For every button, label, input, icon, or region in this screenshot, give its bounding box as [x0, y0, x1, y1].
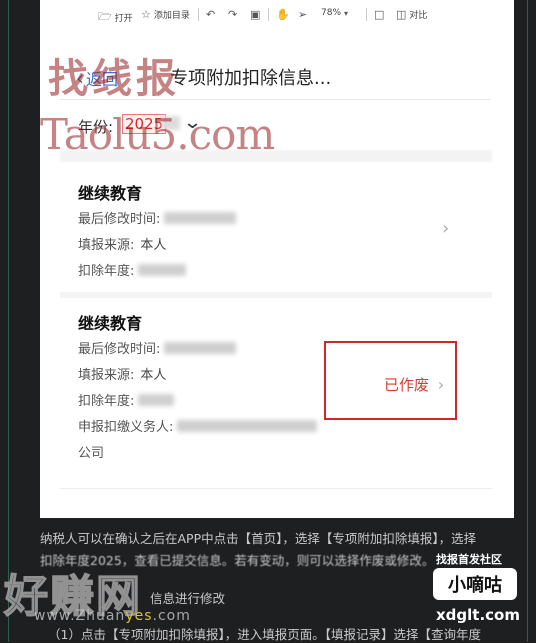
left-guide-line — [8, 0, 9, 642]
brand-logo: 小嘀咕 — [433, 568, 517, 600]
blurred-text — [164, 341, 237, 354]
chevron-right-icon[interactable]: › — [442, 218, 449, 239]
void-status[interactable]: 已作废 › — [384, 374, 444, 395]
document-canvas: 🗁 打开 ☆ 添加目录 ↶ ↷ ▣ ✋ ➢ 78% ▾ □ ◫ 对比 ‹ 返回 … — [40, 0, 514, 518]
card-2-title: 继续教育 — [78, 314, 143, 333]
card-2-source: 填报来源: 本人 — [78, 368, 167, 383]
article-heading: 信息进行修改 — [150, 591, 226, 606]
open-button[interactable]: 🗁 打开 — [98, 8, 133, 27]
toolbar-divider — [268, 8, 269, 21]
card-separator — [60, 292, 492, 298]
bookmark-add-icon: ☆ — [141, 8, 151, 21]
select-tool-button[interactable]: ➢ — [298, 8, 307, 21]
toolbar-divider — [366, 8, 367, 21]
brand-subtitle: 找报首发社区 — [436, 553, 502, 566]
compare-icon: ◫ — [396, 8, 407, 21]
card-2-agent-tail: 公司 — [78, 446, 105, 461]
add-bookmark-button[interactable]: ☆ 添加目录 — [141, 8, 190, 21]
card-1-source: 填报来源: 本人 — [78, 238, 167, 253]
list-end-divider — [60, 488, 492, 489]
caret-down-icon: ▾ — [344, 8, 349, 18]
image-icon: ▣ — [250, 8, 261, 21]
hand-icon: ✋ — [276, 8, 290, 21]
right-guide-line — [527, 0, 528, 642]
zoom-select[interactable]: 78% ▾ — [321, 8, 348, 18]
redo-icon: ↷ — [228, 8, 238, 21]
watermark-text: 找线报 — [48, 55, 180, 102]
cursor-icon: ➢ — [298, 8, 308, 21]
folder-icon: 🗁 — [98, 10, 112, 23]
page-button[interactable]: □ — [374, 8, 384, 21]
chevron-right-icon: › — [437, 375, 445, 394]
card-2-year: 扣除年度: — [78, 390, 175, 409]
card-1-title: 继续教育 — [78, 184, 143, 203]
card-1-modified: 最后修改时间: — [78, 208, 237, 227]
watermark-url: Taolu5.com — [40, 110, 275, 159]
image-button[interactable]: ▣ — [250, 8, 260, 21]
article-step: （1）点击【专项附加扣除填报】，进入填报页面。【填报记录】选择【查询年度 — [48, 627, 481, 642]
blurred-text — [177, 419, 318, 432]
redo-button[interactable]: ↷ — [228, 8, 237, 21]
card-1-year: 扣除年度: — [78, 260, 187, 279]
blurred-text — [164, 211, 237, 224]
pdf-toolbar: 🗁 打开 ☆ 添加目录 ↶ ↷ ▣ ✋ ➢ 78% ▾ □ ◫ 对比 — [40, 0, 514, 30]
undo-button[interactable]: ↶ — [206, 8, 215, 21]
blurred-text — [138, 393, 175, 406]
undo-icon: ↶ — [206, 8, 216, 21]
brand-url: xdglt.com — [436, 606, 520, 624]
toolbar-divider — [198, 8, 199, 21]
page-icon: □ — [374, 8, 385, 21]
card-2-modified: 最后修改时间: — [78, 338, 237, 357]
page-title: 专项附加扣除信息... — [170, 68, 332, 89]
blurred-text — [138, 263, 187, 276]
hand-tool-button[interactable]: ✋ — [276, 8, 290, 21]
compare-button[interactable]: ◫ 对比 — [396, 8, 427, 21]
card-2-agent: 申报扣缴义务人: — [78, 416, 318, 435]
watermark-url: www.Zhuanyes.com — [34, 608, 191, 624]
